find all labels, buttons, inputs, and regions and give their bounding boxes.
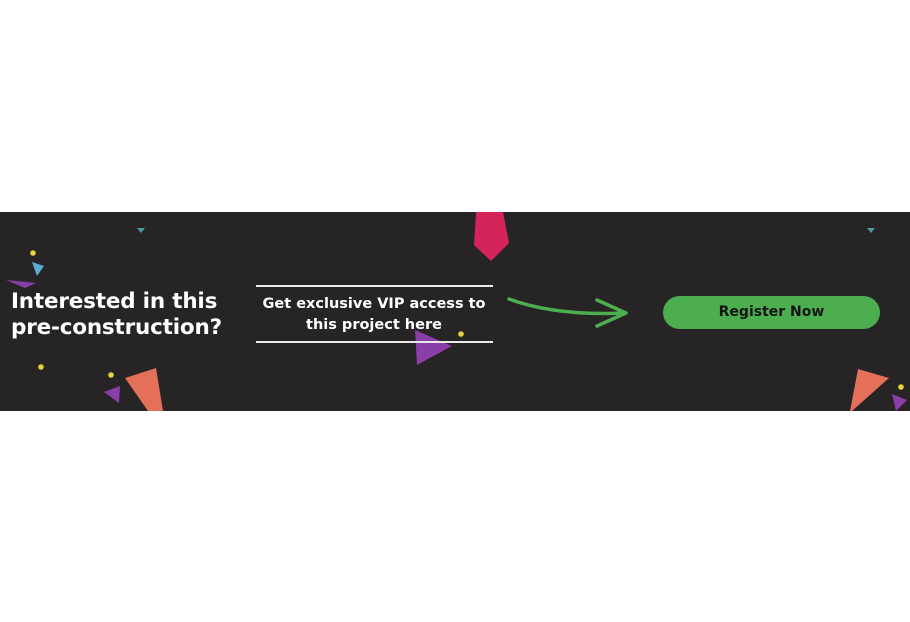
curved-arrow-icon (507, 297, 628, 328)
subtext-line-1: Get exclusive VIP access to (262, 296, 486, 312)
confetti-dot (898, 384, 904, 390)
banner-headline: Interested in this pre-construction? (11, 289, 222, 341)
headline-line-2: pre-construction? (11, 315, 222, 340)
confetti-dot (108, 372, 114, 378)
vip-access-banner[interactable]: Interested in this pre-construction? Get… (0, 212, 910, 411)
confetti-dot (30, 250, 36, 256)
confetti-shard (32, 262, 44, 276)
confetti-shard (892, 394, 907, 411)
confetti-dot (38, 364, 44, 370)
confetti-shard (125, 368, 163, 411)
headline-line-1: Interested in this (11, 289, 218, 314)
confetti-shard (850, 369, 889, 411)
subtext-top-divider (256, 285, 493, 287)
confetti-shard (6, 280, 36, 288)
subtext-line-2: this project here (306, 317, 442, 333)
register-now-button[interactable]: Register Now (663, 296, 880, 329)
confetti-shard (104, 386, 120, 403)
subtext-bottom-divider (256, 341, 493, 343)
confetti-shard (867, 228, 875, 233)
confetti-shard (474, 212, 509, 261)
banner-subtext: Get exclusive VIP access to this project… (250, 294, 498, 336)
confetti-shard (137, 228, 145, 233)
